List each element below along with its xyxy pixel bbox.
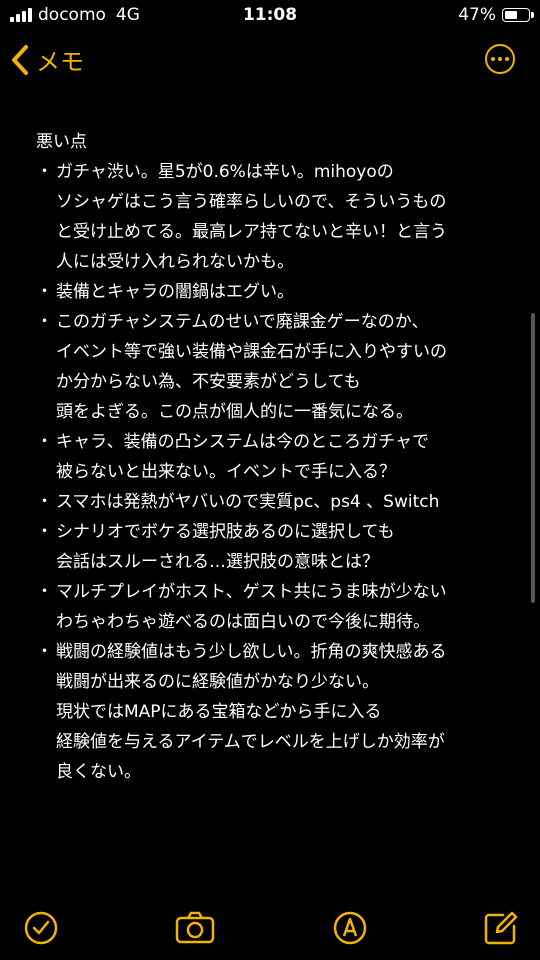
markup-button[interactable]	[332, 910, 368, 946]
bullet-text: 戦闘の経験値はもう少し欲しい。折角の爽快感ある	[56, 642, 447, 662]
battery-icon	[502, 8, 534, 22]
bullet-continuation: 経験値を与えるアイテムでレベルを上げしか効率が	[56, 732, 445, 752]
bullet-mark: ・	[36, 162, 53, 182]
bullet-item: ・ガチャ渋い。星5が0.6%は辛い。mihoyoの	[36, 157, 506, 187]
bullet-text: 装備とキャラの闇鍋はエグい。	[56, 282, 294, 302]
more-dot	[491, 57, 495, 61]
bullet-continuation: 人には受け入れられないかも。	[56, 252, 294, 272]
bullet-continuation: 頭をよぎる。この点が個人的に一番気になる。	[56, 402, 413, 422]
bullet-mark: ・	[36, 642, 53, 662]
battery-percent: 47%	[458, 5, 496, 25]
bullet-item: ・シナリオでボケる選択肢あるのに選択しても	[36, 517, 506, 547]
bullet-item: ・キャラ、装備の凸システムは今のところガチャで	[36, 427, 506, 457]
checklist-button[interactable]	[23, 910, 59, 946]
chevron-left-icon	[12, 44, 28, 75]
more-dot	[498, 57, 502, 61]
more-dot	[505, 57, 509, 61]
bullet-text: シナリオでボケる選択肢あるのに選択しても	[56, 522, 395, 542]
bullet-continuation: 戦闘が出来るのに経験値がかなり少ない。	[56, 672, 379, 692]
scrollbar[interactable]	[531, 313, 535, 603]
back-button[interactable]: メモ	[10, 42, 84, 77]
bullet-item: ・このガチャシステムのせいで廃課金ゲーなのか、	[36, 307, 506, 337]
markup-icon	[333, 911, 367, 945]
bullet-mark: ・	[36, 522, 53, 542]
bullet-continuation: 会話はスルーされる…選択肢の意味とは？	[56, 552, 379, 572]
bullet-text: キャラ、装備の凸システムは今のところガチャで	[56, 432, 429, 452]
bullet-continuation: 良くない。	[56, 762, 141, 782]
bullet-continuation: か分からない為、不安要素がどうしても	[56, 372, 361, 392]
bullet-item: ・マルチプレイがホスト、ゲスト共にうま味が少ない	[36, 577, 506, 607]
bullet-continuation: ソシャゲはこう言う確率らしいので、そういうもの	[56, 192, 447, 212]
camera-icon	[175, 911, 215, 944]
bullet-mark: ・	[36, 282, 53, 302]
bullet-list: ・ガチャ渋い。星5が0.6%は辛い。mihoyoの ソシャゲはこう言う確率らしいの…	[36, 157, 506, 787]
bullet-text: マルチプレイがホスト、ゲスト共にうま味が少ない	[56, 582, 447, 602]
back-label: メモ	[36, 48, 84, 76]
note-body[interactable]: 悪い点 ・ガチャ渋い。星5が0.6%は辛い。mihoyoの ソシャゲはこう言う確率…	[36, 127, 506, 787]
bullet-continuation: 現状ではMAPにある宝箱などから手に入る	[56, 702, 382, 722]
status-right: 47%	[458, 5, 534, 25]
bullet-item: ・戦闘の経験値はもう少し欲しい。折角の爽快感ある	[36, 637, 506, 667]
bullet-mark: ・	[36, 432, 53, 452]
bullet-mark: ・	[36, 312, 53, 332]
bullet-continuation: 被らないと出来ない。イベントで手に入る？	[56, 462, 396, 482]
bullet-item: ・装備とキャラの闇鍋はエグい。	[36, 277, 506, 307]
checklist-icon	[24, 911, 58, 945]
bullet-text: このガチャシステムのせいで廃課金ゲーなのか、	[56, 312, 429, 332]
bullet-mark: ・	[36, 582, 53, 602]
bullet-mark: ・	[36, 492, 53, 512]
note-heading: 悪い点	[36, 132, 87, 152]
bottom-toolbar	[0, 900, 540, 960]
compose-button[interactable]	[483, 910, 519, 946]
bullet-text: ガチャ渋い。星5が0.6%は辛い。mihoyoの	[56, 162, 394, 182]
bullet-text: スマホは発熱がヤバいので実質pc、ps4 、Switch	[56, 492, 440, 512]
bullet-continuation: と受け止めてる。最高レア持てないと辛い！と言う	[56, 222, 447, 242]
navigation-bar: メモ	[0, 40, 540, 84]
bullet-continuation: イベント等で強い装備や課金石が手に入りやすいの	[56, 342, 447, 362]
bullet-item: ・スマホは発熱がヤバいので実質pc、ps4 、Switch	[36, 487, 506, 517]
bullet-continuation: わちゃわちゃ遊べるのは面白いので今後に期待。	[56, 612, 430, 632]
more-options-button[interactable]	[485, 44, 515, 74]
status-bar: docomo 4G 11:08 47%	[0, 0, 540, 32]
camera-button[interactable]	[175, 910, 215, 946]
compose-icon	[484, 911, 518, 945]
